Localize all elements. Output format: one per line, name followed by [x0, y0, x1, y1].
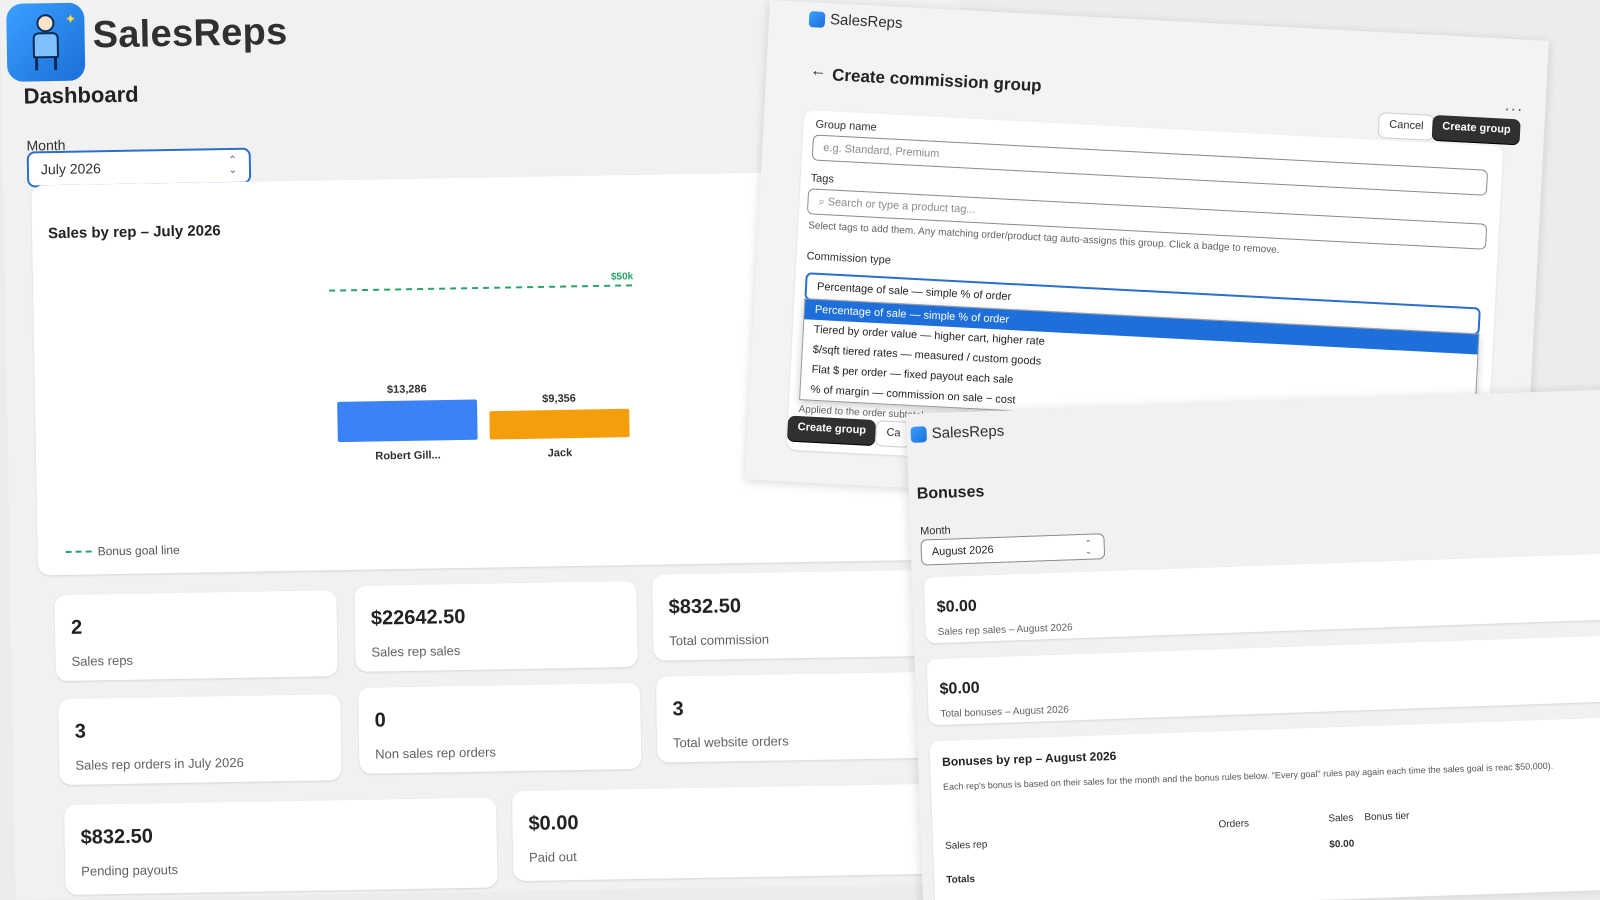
brand: SalesReps [808, 10, 903, 32]
create-group-button[interactable]: Create group [1431, 114, 1522, 146]
group-name-label: Group name [815, 118, 877, 134]
bottom-create-group-button[interactable]: Create group [786, 415, 877, 447]
group-name-input[interactable]: e.g. Standard, Premium [811, 134, 1489, 196]
column-header-orders: Orders [1218, 818, 1250, 831]
salesreps-logo: ✦ [6, 2, 86, 82]
column-header-bonus-tier: Bonus tier [1364, 810, 1410, 824]
totals-sales: $0.00 [1329, 838, 1355, 851]
cancel-button[interactable]: Cancel [1377, 112, 1436, 141]
stat-value: $0.00 [528, 812, 579, 835]
bonuses-by-rep-card: Bonuses by rep – August 2026 Each rep's … [929, 717, 1600, 900]
bar-value-label: $13,286 [387, 383, 427, 396]
page-title: Dashboard [23, 81, 139, 109]
stat-label: Sales reps [71, 652, 134, 669]
stat-label: Total commission [669, 631, 770, 649]
chart-legend: Bonus goal line [65, 542, 180, 559]
stat-label: Pending payouts [81, 862, 179, 879]
stat-label: Non sales rep orders [375, 744, 497, 762]
bar-value-label: $9,356 [542, 393, 576, 406]
stat-sales-rep-orders: 3 Sales rep orders in July 2026 [58, 694, 342, 786]
stat-total-website-orders: 3 Total website orders [655, 671, 948, 763]
stat-value: $832.50 [668, 595, 742, 619]
month-label: Month [919, 524, 951, 538]
more-options-icon[interactable]: ··· [1504, 101, 1524, 120]
sparkle-icon: ✦ [64, 10, 77, 27]
stat-label: Sales rep orders in July 2026 [75, 754, 244, 773]
sales-rep-sales-card: $0.00 Sales rep sales – August 2026 [923, 553, 1600, 644]
brand-name: SalesReps [829, 11, 903, 32]
brand: SalesReps [910, 423, 1004, 443]
stat-label: Paid out [528, 849, 577, 865]
card-value: $0.00 [936, 597, 978, 617]
salesreps-logo-icon [910, 425, 927, 443]
bar-1[interactable] [489, 408, 630, 440]
month-select[interactable]: August 2026 ⌃ ⌄ [920, 533, 1106, 566]
legend-dash-icon [65, 550, 92, 553]
brand-name: SalesReps [931, 422, 1005, 443]
salesreps-logo-icon [808, 10, 826, 28]
page-title: Create commission group [831, 65, 1043, 96]
tags-label: Tags [810, 172, 835, 186]
chevron-up-down-icon: ⌃ ⌄ [228, 154, 238, 177]
column-header-sales: Sales [1328, 812, 1354, 825]
card-label: Sales rep sales – August 2026 [937, 622, 1073, 639]
category-label: Robert Gill... [375, 449, 441, 462]
month-select-value: July 2026 [40, 160, 102, 178]
column-header-sales-rep: Sales rep [944, 839, 988, 852]
stat-label: Total website orders [672, 733, 789, 751]
card-value: $0.00 [939, 679, 980, 698]
stat-value: 3 [74, 720, 87, 743]
stat-label: Sales rep sales [371, 643, 461, 660]
stat-value: 2 [70, 616, 83, 639]
goal-line [329, 284, 634, 292]
stat-sales-rep-sales: $22642.50 Sales rep sales [354, 580, 638, 672]
back-arrow-icon[interactable]: ← [810, 62, 827, 81]
search-icon: ⌕ [818, 195, 825, 209]
stat-non-sales-rep-orders: 0 Non sales rep orders [358, 682, 642, 774]
stat-value: $832.50 [80, 825, 154, 849]
legend-label: Bonus goal line [97, 542, 180, 559]
stat-value: $22642.50 [370, 605, 466, 630]
category-label: Jack [548, 447, 574, 459]
month-select-value: August 2026 [931, 544, 994, 559]
app-name: SalesReps [92, 10, 288, 57]
stat-total-commission: $832.50 Total commission [652, 569, 944, 661]
stat-value: 3 [672, 698, 684, 721]
total-bonuses-card: $0.00 Total bonuses – August 2026 [926, 635, 1600, 726]
bar-0[interactable] [337, 399, 478, 443]
tags-placeholder: Search or type a product tag... [827, 196, 976, 217]
stat-pending-payouts: $832.50 Pending payouts [64, 797, 498, 895]
totals-label: Totals [946, 873, 976, 886]
stat-sales-reps: 2 Sales reps [54, 590, 338, 682]
commission-type-label: Commission type [806, 250, 892, 267]
stat-value: 0 [374, 709, 386, 732]
card-label: Total bonuses – August 2026 [940, 704, 1070, 720]
chevron-up-down-icon: ⌃ ⌄ [1084, 538, 1093, 556]
goal-line-label: $50k [611, 271, 634, 282]
stat-paid-out: $0.00 Paid out [511, 783, 954, 882]
page-title: Bonuses [916, 483, 985, 503]
table-title: Bonuses by rep – August 2026 [941, 748, 1117, 769]
bonuses-window: SalesReps Bonuses Month August 2026 ⌃ ⌄ $… [906, 388, 1600, 900]
